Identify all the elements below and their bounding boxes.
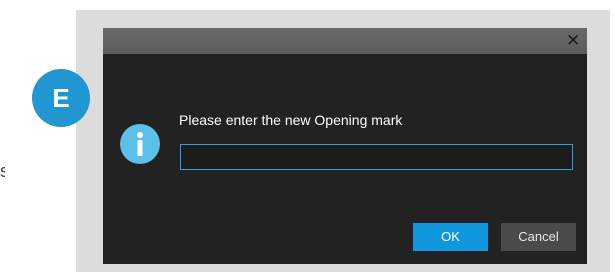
opening-mark-input[interactable] — [180, 144, 573, 170]
cropped-edge-text: s — [0, 161, 5, 181]
dialog-titlebar[interactable]: × — [103, 28, 587, 54]
info-icon — [120, 124, 160, 164]
cancel-button[interactable]: Cancel — [501, 223, 576, 251]
input-dialog: × Please enter the new Opening mark OK C… — [103, 28, 587, 264]
close-icon[interactable]: × — [566, 32, 580, 49]
ok-button[interactable]: OK — [413, 223, 488, 251]
dialog-prompt: Please enter the new Opening mark — [179, 112, 403, 128]
step-badge: E — [32, 69, 90, 127]
